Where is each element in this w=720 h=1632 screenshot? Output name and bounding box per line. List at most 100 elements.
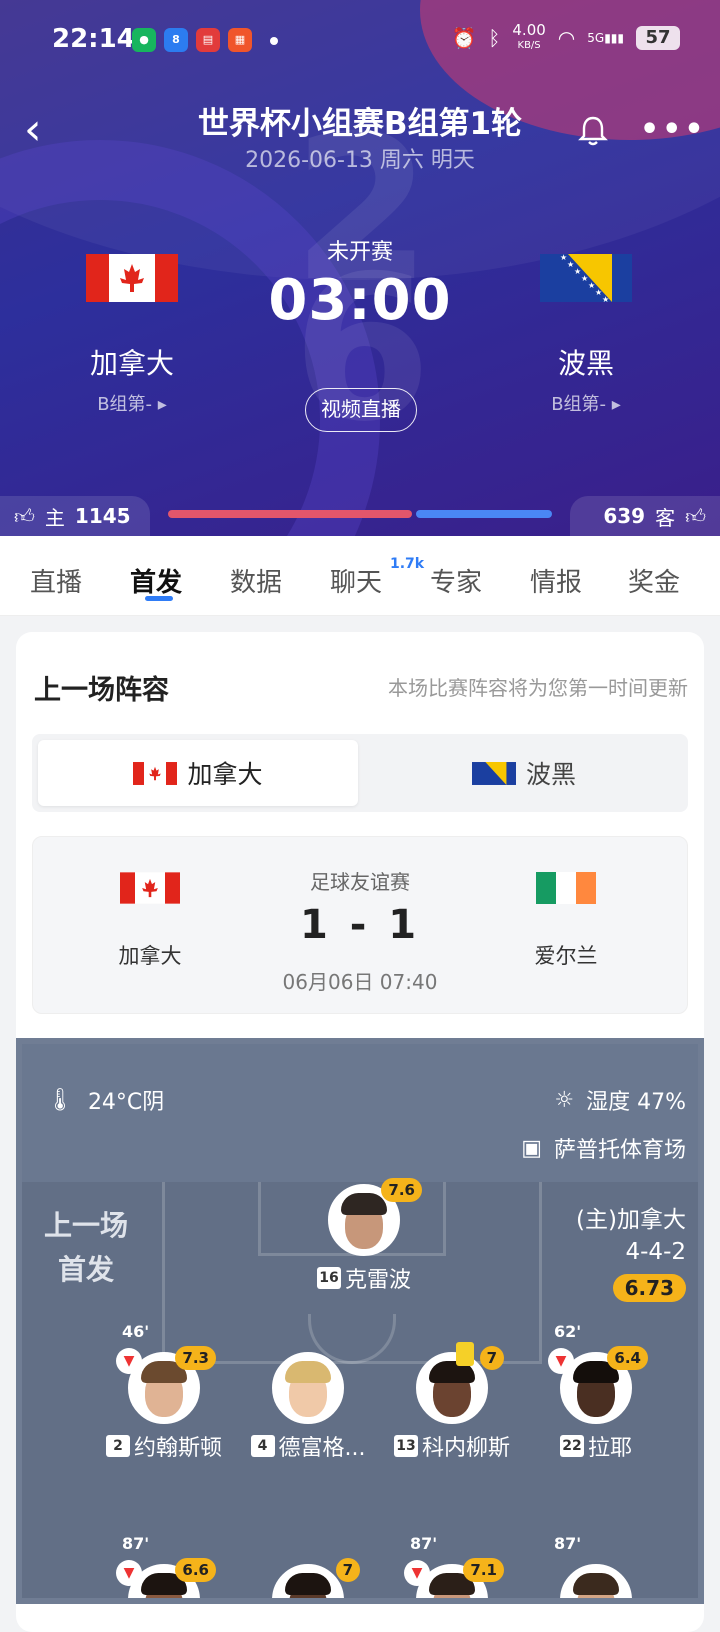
shirt-icon: 16 [316, 1267, 341, 1289]
avatar [416, 1352, 488, 1424]
avatar [272, 1352, 344, 1424]
player-rating: 6.4 [607, 1346, 648, 1370]
signal-icon: 5G▮▮▮ [587, 31, 624, 45]
tab-prize[interactable]: 奖金 [628, 562, 680, 599]
shirt-icon: 2 [105, 1435, 130, 1457]
wifi-icon: ◠ [557, 26, 576, 50]
home-vote-count: 1145 [74, 504, 131, 528]
home-vote-bar [168, 510, 412, 518]
sub-off-icon: ▼ [116, 1560, 142, 1586]
stadium-icon: ▣ [521, 1135, 542, 1161]
team-rating: 6.73 [612, 1274, 686, 1302]
more-icon[interactable]: ••• [640, 112, 707, 147]
sub-minute: 62' [554, 1322, 582, 1341]
pitch: 🌡︎ 24°C阴 ☼ 湿度 47% ▣ 萨普托体育场 上一场 首发 (主)加拿大 … [16, 1038, 704, 1604]
avatar [560, 1564, 632, 1598]
chat-count-badge: 1.7k [390, 556, 425, 572]
card-title: 上一场阵容 [34, 675, 169, 706]
player-card[interactable]: 7 [228, 1558, 388, 1598]
shirt-icon: 13 [393, 1435, 418, 1457]
player-card[interactable]: 7 13 科内柳斯 [372, 1342, 532, 1462]
tab-bar: 直播 首发 数据 聊天 专家 情报 奖金 [0, 536, 720, 616]
match-info-strip: 🌡︎ 24°C阴 ☼ 湿度 47% ▣ 萨普托体育场 [22, 1044, 698, 1182]
home-team-group[interactable]: B组第- ▸ [42, 390, 222, 416]
prev-competition: 足球友谊赛 [310, 870, 410, 894]
status-time: 22:14 [52, 24, 135, 54]
tab-lineup[interactable]: 首发 [130, 562, 182, 599]
shirt-icon: 22 [559, 1435, 584, 1457]
canada-flag-icon [133, 761, 178, 785]
player-rating: 7.6 [381, 1178, 422, 1202]
away-team-name[interactable]: 波黑 [496, 342, 676, 382]
wechat-icon: ● [132, 28, 156, 52]
player-name: 德富格... [278, 1436, 366, 1461]
page-title: 世界杯小组赛B组第1轮 [197, 106, 523, 142]
shirt-icon: 4 [250, 1435, 275, 1457]
thermometer-icon: 🌡︎ [46, 1087, 74, 1113]
away-vote-button[interactable]: 639 客 👍︎ [570, 496, 720, 536]
tab-live[interactable]: 直播 [30, 562, 82, 599]
sub-off-icon: ▼ [116, 1348, 142, 1374]
player-card[interactable]: 62' ▼ 6.4 22 拉耶 [516, 1322, 676, 1462]
sub-minute: 46' [122, 1322, 150, 1341]
bluetooth-icon: ᛒ [488, 26, 501, 50]
sub-minute: 87' [410, 1534, 438, 1553]
bosnia-flag-icon: ★★★★★★★ [540, 254, 632, 302]
app-icon-2: ▦ [228, 28, 252, 52]
player-card[interactable]: 7.6 16 克雷波 [284, 1178, 444, 1294]
away-vote-count: 639 [603, 504, 646, 528]
sub-off-icon: ▼ [548, 1348, 574, 1374]
player-rating: 7 [335, 1558, 360, 1582]
battery-icon: 57 [636, 26, 680, 50]
tab-chat[interactable]: 聊天 [330, 562, 382, 599]
lineup-label: 上一场 首发 [44, 1209, 129, 1286]
player-name: 拉耶 [587, 1436, 632, 1461]
humidity-icon: ☼ [554, 1087, 575, 1113]
team-tab-canada[interactable]: 加拿大 [38, 740, 358, 806]
svg-text:★: ★ [602, 295, 609, 302]
video-live-button[interactable]: 视频直播 [305, 388, 417, 432]
player-name: 科内柳斯 [421, 1436, 510, 1461]
thumbs-up-icon: 👍︎ [14, 503, 35, 528]
status-bar: 22:14 ● 8 ▤ ▦ ⏰ ᛒ 4.00 KB/S ◠ 5G▮▮▮ 57 [0, 0, 720, 80]
home-team-name[interactable]: 加拿大 [42, 342, 222, 382]
tab-stats[interactable]: 数据 [230, 562, 282, 599]
player-name: 克雷波 [344, 1268, 411, 1293]
player-rating: 7.3 [175, 1346, 216, 1370]
status-icons: ⏰ ᛒ 4.00 KB/S ◠ 5G▮▮▮ 57 [451, 21, 680, 52]
net-speed: 4.00 KB/S [512, 21, 546, 52]
yellow-card-icon [456, 1342, 474, 1366]
tab-expert[interactable]: 专家 [430, 562, 482, 599]
toutiao-icon: ▤ [196, 28, 220, 52]
away-team-group[interactable]: B组第- ▸ [496, 390, 676, 416]
player-card[interactable]: 46' ▼ 7.3 2 约翰斯顿 [84, 1322, 244, 1462]
team-tab-bosnia[interactable]: 波黑 [364, 740, 684, 806]
bosnia-flag-icon [471, 761, 516, 785]
venue: ▣ 萨普托体育场 [521, 1135, 686, 1164]
home-vote-button[interactable]: 👍︎ 主 1145 [0, 496, 150, 536]
away-vote-bar [416, 510, 552, 518]
weather: 🌡︎ 24°C阴 [46, 1087, 165, 1116]
avatar [272, 1564, 344, 1598]
player-card[interactable]: 87' ▼ 6.6 [84, 1534, 244, 1598]
card-note: 本场比赛阵容将为您第一时间更新 [388, 676, 688, 700]
team-switch: 加拿大 波黑 [32, 734, 688, 812]
sub-minute: 87' [122, 1534, 150, 1553]
vote-bar: 👍︎ 主 1145 639 客 👍︎ [0, 496, 720, 536]
player-rating: 6.6 [175, 1558, 216, 1582]
player-rating: 7.1 [463, 1558, 504, 1582]
active-tab-indicator [145, 596, 173, 601]
player-card[interactable]: 87' [516, 1534, 676, 1598]
player-card[interactable]: 87' ▼ 7.1 [372, 1534, 532, 1598]
sub-minute: 87' [554, 1534, 582, 1553]
alarm-icon: ⏰ [451, 26, 477, 50]
ireland-flag-icon [536, 872, 596, 904]
match-date: 2026-06-13 周六 明天 [245, 148, 475, 173]
app-icon: 8 [164, 28, 188, 52]
player-name: 约翰斯顿 [133, 1436, 222, 1461]
player-card[interactable]: 4 德富格... [228, 1352, 388, 1462]
tab-intel[interactable]: 情报 [530, 562, 582, 599]
prev-away-team: 爱尔兰 [534, 944, 598, 968]
bell-icon[interactable] [576, 114, 610, 148]
thumbs-up-icon: 👍︎ [685, 503, 706, 528]
